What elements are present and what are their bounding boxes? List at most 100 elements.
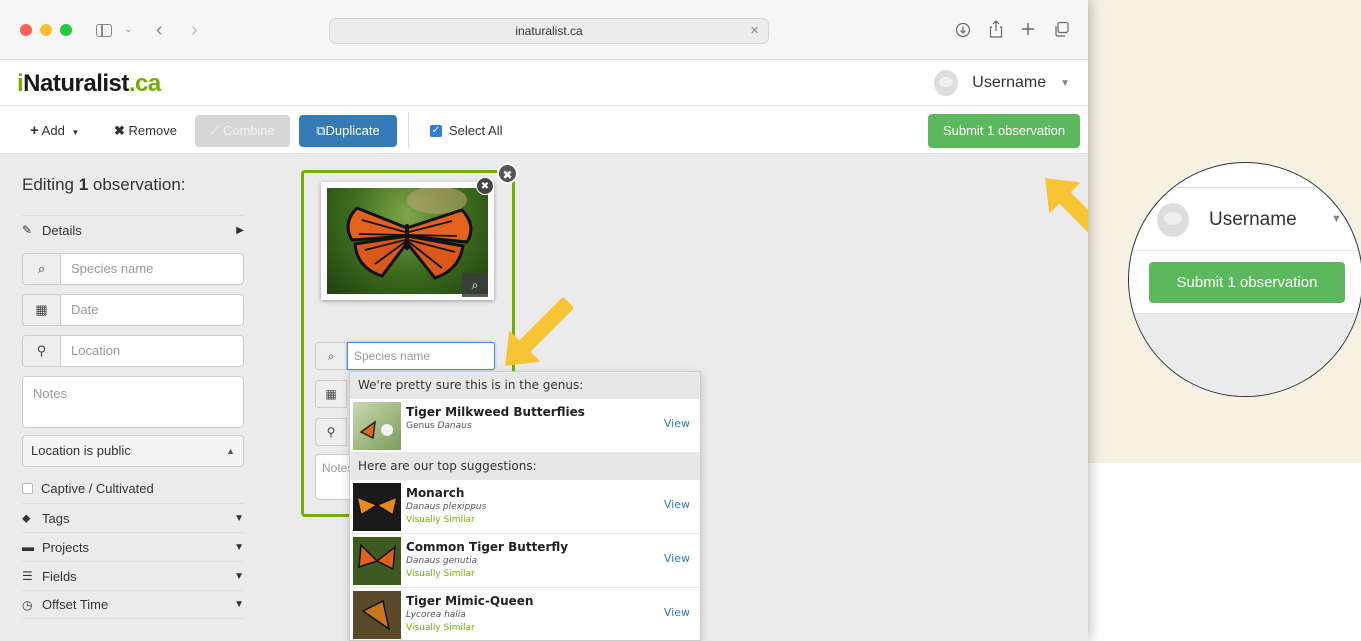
date-input-group: ▦ Date bbox=[22, 294, 244, 326]
ac-genus-name: Danaus bbox=[437, 421, 472, 431]
view-link[interactable]: View bbox=[664, 417, 690, 430]
card-location-group: ⚲ bbox=[315, 418, 347, 446]
search-icon: ⌕ bbox=[315, 342, 347, 370]
toolbar-divider bbox=[408, 112, 409, 148]
inaturalist-logo[interactable]: iNaturalist.ca bbox=[17, 70, 161, 98]
location-input-group: ⚲ Location bbox=[22, 335, 244, 367]
username: Username bbox=[972, 74, 1047, 91]
add-label: Add bbox=[41, 123, 65, 138]
remove-card-icon[interactable]: ✖ bbox=[497, 163, 518, 184]
map-marker-icon: ⚲ bbox=[22, 335, 60, 367]
duplicate-button[interactable]: ⧉Duplicate bbox=[299, 115, 397, 147]
zoom-photo-icon[interactable]: ⌕ bbox=[462, 273, 488, 297]
uploader-toolbar: + Add ▼ ✖ Remove ⟋ Combine ⧉Duplicate ✓ … bbox=[0, 106, 1088, 154]
combine-label: Combine bbox=[222, 123, 275, 138]
editing-prefix: Editing bbox=[22, 175, 79, 194]
callout-divider bbox=[1129, 250, 1361, 251]
forward-icon[interactable]: › bbox=[191, 18, 198, 42]
view-link[interactable]: View bbox=[664, 498, 690, 511]
view-link[interactable]: View bbox=[664, 552, 690, 565]
editing-suffix: observation: bbox=[88, 175, 186, 194]
select-arrows-icon: ▲ bbox=[226, 446, 235, 456]
ac-title: Tiger Mimic-Queen bbox=[406, 594, 534, 608]
offset-time-section[interactable]: ◷ Offset Time ▼ bbox=[22, 590, 244, 619]
url-text: inaturalist.ca bbox=[515, 24, 583, 38]
ac-scientific: Danaus genutia bbox=[406, 556, 478, 566]
suggestion-thumbnail bbox=[353, 483, 401, 531]
x-icon: ✖ bbox=[114, 123, 125, 138]
zoom-window-icon[interactable] bbox=[60, 24, 72, 36]
captive-checkbox[interactable]: Captive / Cultivated bbox=[22, 479, 244, 497]
submit-button[interactable]: Submit 1 observation bbox=[928, 114, 1080, 148]
ac-title: Monarch bbox=[406, 486, 465, 500]
magnified-callout: Username ▼ Submit 1 observation bbox=[1128, 162, 1361, 397]
notes-textarea[interactable]: Notes bbox=[22, 376, 244, 428]
details-section[interactable]: ✎ Details ▶ bbox=[22, 215, 244, 244]
minimize-window-icon[interactable] bbox=[40, 24, 52, 36]
annotation-arrow bbox=[513, 296, 575, 358]
top-suggestions-header: Here are our top suggestions: bbox=[350, 453, 700, 480]
ac-title: Tiger Milkweed Butterflies bbox=[406, 405, 585, 419]
ac-scientific: Danaus plexippus bbox=[406, 502, 487, 512]
remove-button[interactable]: ✖ Remove bbox=[106, 115, 185, 147]
species-input[interactable]: Species name bbox=[60, 253, 244, 285]
callout-username: Username bbox=[1209, 209, 1297, 230]
projects-section[interactable]: ▬ Projects ▼ bbox=[22, 532, 244, 561]
visually-similar-tag: Visually Similar bbox=[406, 515, 475, 525]
ac-scientific: Lycorea halia bbox=[406, 610, 466, 620]
left-edit-panel: Editing 1 observation: ✎ Details ▶ ⌕ Spe… bbox=[0, 154, 262, 641]
back-icon[interactable]: ‹ bbox=[156, 18, 163, 42]
remove-label: Remove bbox=[128, 123, 177, 138]
caret-down-icon: ▼ bbox=[71, 128, 80, 137]
plus-icon: + bbox=[30, 122, 39, 139]
tags-label: Tags bbox=[42, 510, 70, 526]
card-species-group: ⌕ Species name bbox=[315, 342, 495, 370]
ac-suggestion-item[interactable]: Monarch Danaus plexippus Visually Simila… bbox=[350, 480, 700, 534]
search-icon: ⌕ bbox=[22, 253, 60, 285]
annotation-arrow bbox=[1053, 186, 1088, 248]
close-window-icon[interactable] bbox=[20, 24, 32, 36]
fields-section[interactable]: ☰ Fields ▼ bbox=[22, 561, 244, 590]
user-menu[interactable]: Username ▼ bbox=[934, 66, 1070, 100]
clock-icon: ◷ bbox=[22, 597, 33, 612]
combine-button[interactable]: ⟋ Combine bbox=[195, 115, 290, 147]
add-button[interactable]: + Add ▼ bbox=[22, 115, 87, 147]
tags-section[interactable]: ⬥ Tags ▼ bbox=[22, 503, 244, 532]
sidebar-toggle-icon[interactable] bbox=[96, 24, 112, 37]
projects-label: Projects bbox=[42, 539, 89, 555]
caret-down-icon: ▼ bbox=[234, 570, 244, 582]
ac-title: Common Tiger Butterfly bbox=[406, 540, 569, 554]
date-input[interactable]: Date bbox=[60, 294, 244, 326]
new-tab-icon[interactable] bbox=[1020, 21, 1036, 37]
tab-overview-icon[interactable] bbox=[1053, 21, 1070, 38]
ac-rank: Genus bbox=[406, 421, 435, 431]
suggestion-thumbnail bbox=[353, 537, 401, 585]
logo-main: Naturalist bbox=[23, 70, 129, 97]
ac-genus-item[interactable]: Tiger Milkweed Butterflies Genus Danaus … bbox=[350, 399, 700, 453]
download-icon[interactable] bbox=[955, 22, 971, 38]
checkbox-box bbox=[22, 482, 33, 494]
callout-divider bbox=[1129, 187, 1361, 188]
duplicate-label: Duplicate bbox=[325, 123, 380, 138]
list-icon: ☰ bbox=[22, 569, 33, 583]
species-autocomplete: We're pretty sure this is in the genus: … bbox=[349, 371, 701, 641]
calendar-icon: ▦ bbox=[22, 294, 60, 326]
calendar-icon: ▦ bbox=[315, 380, 347, 408]
view-link[interactable]: View bbox=[664, 606, 690, 619]
genus-thumbnail bbox=[353, 402, 401, 450]
card-species-input[interactable]: Species name bbox=[347, 342, 495, 370]
location-input[interactable]: Location bbox=[60, 335, 244, 367]
remove-photo-icon[interactable]: ✖ bbox=[476, 177, 494, 195]
offset-time-label: Offset Time bbox=[42, 597, 109, 612]
clear-url-icon[interactable]: × bbox=[750, 19, 759, 43]
ac-suggestion-item[interactable]: Tiger Mimic-Queen Lycorea halia Visually… bbox=[350, 588, 700, 640]
location-privacy-select[interactable]: Location is public ▲ bbox=[22, 435, 244, 467]
ac-suggestion-item[interactable]: Common Tiger Butterfly Danaus genutia Vi… bbox=[350, 534, 700, 588]
select-all-checkbox[interactable]: ✓ Select All bbox=[422, 115, 510, 147]
caret-down-icon: ▼ bbox=[234, 599, 244, 610]
share-icon[interactable] bbox=[988, 19, 1004, 39]
chevron-down-icon[interactable]: ⌄ bbox=[124, 18, 132, 42]
caret-down-icon: ▼ bbox=[234, 512, 244, 524]
ac-scientific: Genus Danaus bbox=[406, 420, 585, 432]
address-bar[interactable]: inaturalist.ca × bbox=[329, 18, 769, 44]
